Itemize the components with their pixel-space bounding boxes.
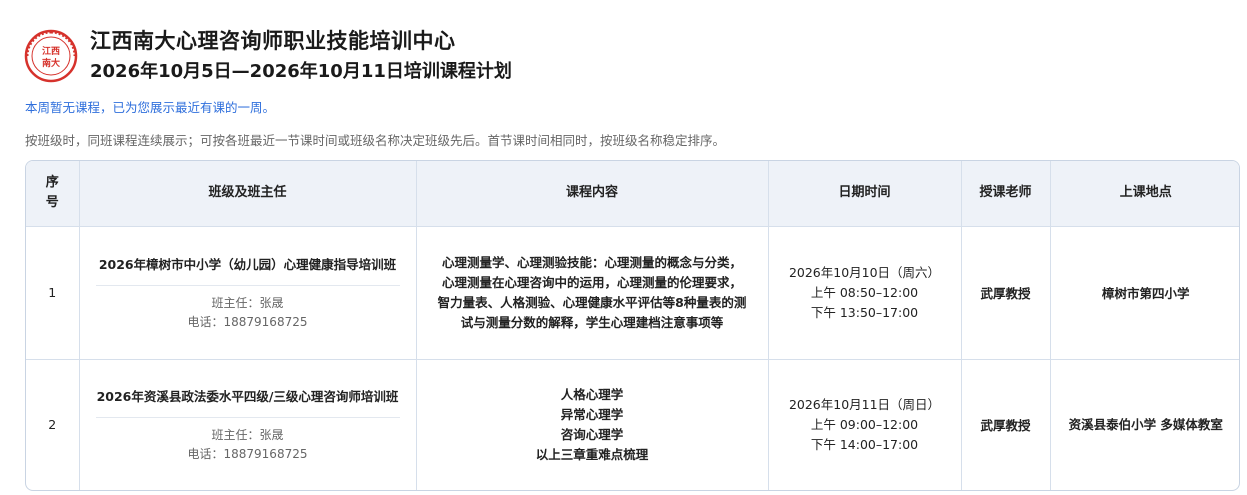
page-subtitle: 2026年10月5日—2026年10月11日培训课程计划 [90, 61, 512, 82]
svg-text:江西: 江西 [42, 45, 60, 57]
course-cell: 心理测量学、心理测验技能：心理测量的概念与分类，心理测量在心理咨询中的运用，心理… [416, 226, 769, 360]
teacher-cell: 武厚教授 [961, 359, 1051, 490]
table-row: 2 2026年资溪县政法委水平四级/三级心理咨询师培训班 班主任：张晟 电话：1… [26, 359, 1239, 490]
col-header-datetime: 日期时间 [768, 161, 962, 227]
col-header-class: 班级及班主任 [79, 161, 417, 227]
col-header-teacher: 授课老师 [961, 161, 1051, 227]
divider [95, 284, 400, 286]
col-header-index: 序 号 [26, 161, 80, 227]
course-time-pm: 下午 13:50–17:00 [810, 304, 919, 320]
teacher-cell: 武厚教授 [961, 226, 1051, 360]
location-cell: 资溪县泰伯小学 多媒体教室 [1050, 359, 1239, 490]
course-time-pm: 下午 14:00–17:00 [810, 436, 919, 452]
head-teacher: 班主任：张晟 [211, 427, 284, 442]
class-cell: 2026年樟树市中小学（幼儿园）心理健康指导培训班 班主任：张晟 电话：1887… [79, 226, 417, 360]
row-index: 1 [26, 226, 80, 360]
class-name: 2026年资溪县政法委水平四级/三级心理咨询师培训班 [96, 388, 399, 404]
org-logo-icon: 江西 南大 [24, 29, 78, 83]
course-line: 异常心理学 [560, 406, 624, 422]
svg-text:南大: 南大 [42, 57, 60, 69]
notice-text: 本周暂无课程，已为您展示最近有课的一周。 [25, 100, 276, 115]
divider [95, 416, 400, 418]
schedule-table: 序 号 班级及班主任 课程内容 日期时间 授课老师 上课地点 1 2026年樟树… [25, 160, 1240, 491]
head-teacher: 班主任：张晟 [211, 295, 284, 310]
table-row: 1 2026年樟树市中小学（幼儿园）心理健康指导培训班 班主任：张晟 电话：18… [26, 226, 1239, 360]
datetime-cell: 2026年10月10日（周六） 上午 08:50–12:00 下午 13:50–… [768, 226, 962, 360]
page-title: 江西南大心理咨询师职业技能培训中心 [90, 29, 456, 53]
class-cell: 2026年资溪县政法委水平四级/三级心理咨询师培训班 班主任：张晟 电话：188… [79, 359, 417, 490]
col-header-location: 上课地点 [1050, 161, 1239, 227]
course-line: 以上三章重难点梳理 [535, 446, 649, 462]
head-teacher-phone: 电话：18879168725 [187, 314, 308, 329]
course-cell: 人格心理学 异常心理学 咨询心理学 以上三章重难点梳理 [416, 359, 769, 490]
table-header-row: 序 号 班级及班主任 课程内容 日期时间 授课老师 上课地点 [26, 161, 1239, 227]
location-cell: 樟树市第四小学 [1050, 226, 1239, 360]
course-time-am: 上午 08:50–12:00 [810, 284, 919, 300]
head-teacher-phone: 电话：18879168725 [187, 446, 308, 461]
course-date: 2026年10月11日（周日） [788, 396, 941, 412]
class-name: 2026年樟树市中小学（幼儿园）心理健康指导培训班 [98, 256, 397, 272]
row-index: 2 [26, 359, 80, 490]
page-header: 江西 南大 江西南大心理咨询师职业技能培训中心 2026年10月5日—2026年… [24, 26, 512, 86]
hint-text: 按班级时，同班课程连续展示；可按各班最近一节课时间或班级名称决定班级先后。首节课… [25, 133, 726, 148]
course-time-am: 上午 09:00–12:00 [810, 416, 919, 432]
col-header-course: 课程内容 [416, 161, 769, 227]
course-date: 2026年10月10日（周六） [788, 264, 941, 280]
course-content: 心理测量学、心理测验技能：心理测量的概念与分类，心理测量在心理咨询中的运用，心理… [437, 254, 747, 330]
course-line: 人格心理学 [560, 386, 624, 402]
location-text: 资溪县泰伯小学 多媒体教室 [1068, 417, 1223, 433]
datetime-cell: 2026年10月11日（周日） 上午 09:00–12:00 下午 14:00–… [768, 359, 962, 490]
course-line: 咨询心理学 [560, 426, 624, 442]
